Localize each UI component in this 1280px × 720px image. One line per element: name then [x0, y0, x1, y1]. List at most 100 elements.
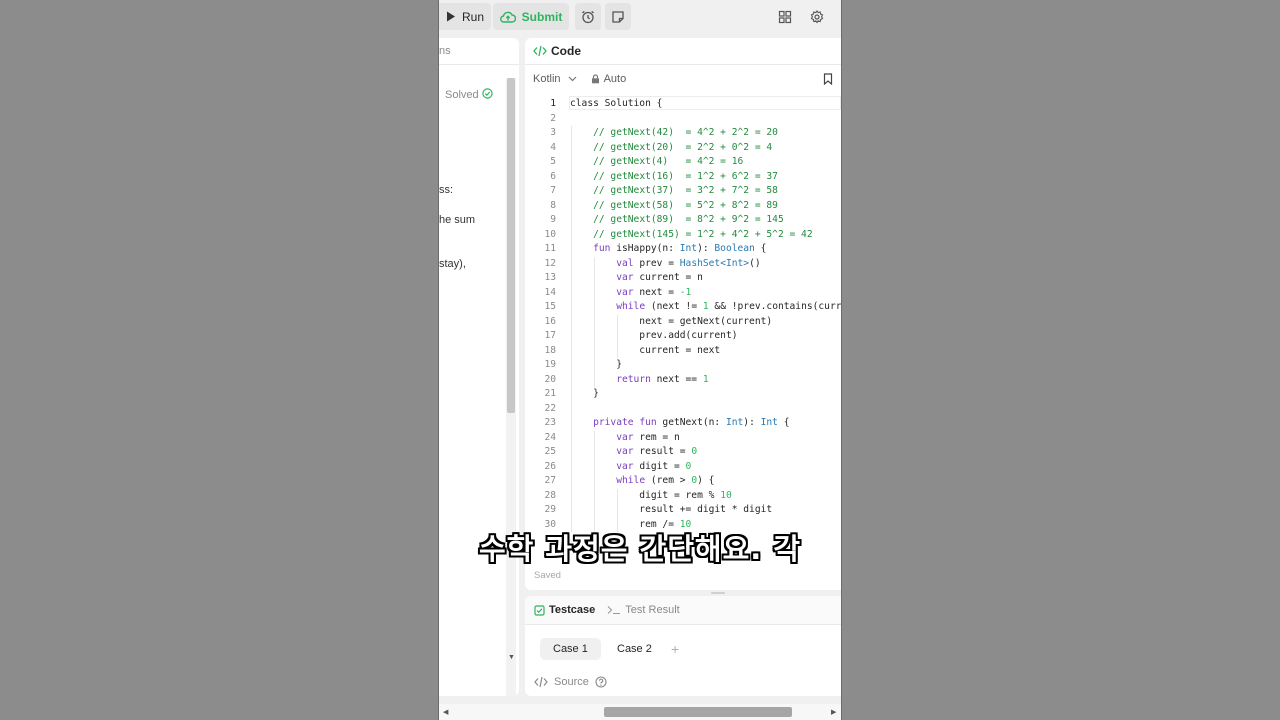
case-2-tab[interactable]: Case 2: [604, 638, 665, 660]
help-circle-icon[interactable]: [595, 676, 607, 688]
code-text: // getNext(37) = 3^2 + 7^2 = 58: [570, 184, 778, 199]
code-line[interactable]: 6 // getNext(16) = 1^2 + 6^2 = 37: [525, 170, 841, 185]
code-line[interactable]: 29 result += digit * digit: [525, 503, 841, 518]
code-line[interactable]: 5 // getNext(4) = 4^2 = 16: [525, 155, 841, 170]
code-text: var next = -1: [570, 286, 691, 301]
scrollbar-thumb[interactable]: [604, 707, 792, 717]
line-number: 18: [544, 344, 556, 356]
tab-testcase[interactable]: Testcase: [534, 604, 595, 616]
code-token: current = n: [633, 272, 703, 283]
bookmark-icon[interactable]: [823, 73, 833, 85]
cloud-upload-icon: [499, 11, 516, 23]
checkbox-icon: [534, 604, 545, 616]
problem-tab-label[interactable]: ns: [439, 45, 451, 57]
code-line[interactable]: 16 next = getNext(current): [525, 315, 841, 330]
code-line[interactable]: 25 var result = 0: [525, 445, 841, 460]
line-number: 9: [550, 214, 556, 225]
gear-icon: [810, 9, 824, 23]
code-token: }: [570, 359, 622, 370]
line-number: 20: [544, 373, 556, 385]
code-line[interactable]: 22: [525, 402, 841, 417]
code-token: result += digit * digit: [570, 504, 773, 515]
panel-resize-handle[interactable]: [711, 592, 725, 594]
line-number: 8: [550, 199, 556, 211]
code-line[interactable]: 3 // getNext(42) = 4^2 + 2^2 = 20: [525, 126, 841, 141]
code-line[interactable]: 1 class Solution {: [525, 97, 841, 112]
problem-tab-bar: ns: [439, 38, 519, 65]
code-line[interactable]: 9 // getNext(89) = 8^2 + 9^2 = 145: [525, 213, 841, 228]
code-token: val: [616, 257, 634, 269]
code-token: && !prev.contains(current)): [714, 301, 841, 312]
code-token: Boolean: [714, 243, 755, 254]
line-number: 29: [544, 504, 556, 515]
problem-scrollbar[interactable]: [506, 78, 516, 696]
code-editor[interactable]: 1 class Solution {2 3 // getNext(42) = 4^2…: [525, 96, 841, 570]
layout-icon: [778, 10, 792, 23]
line-number: 24: [544, 431, 556, 443]
code-line[interactable]: 7 // getNext(37) = 3^2 + 7^2 = 58: [525, 184, 841, 199]
auto-mode[interactable]: Auto: [591, 73, 626, 85]
code-line[interactable]: 17 prev.add(current): [525, 329, 841, 344]
tab-test-result[interactable]: Test Result: [607, 604, 680, 616]
code-line[interactable]: 15 while (next != 1 && !prev.contains(cu…: [525, 300, 841, 315]
code-token: var: [616, 431, 634, 443]
code-token: 10: [720, 489, 732, 501]
code-token: var: [616, 446, 634, 457]
code-line[interactable]: 12 val prev = HashSet<Int>(): [525, 257, 841, 272]
notes-button[interactable]: [605, 3, 631, 30]
code-line[interactable]: 13 var current = n: [525, 271, 841, 286]
scrollbar-thumb[interactable]: [507, 78, 515, 413]
line-number: 10: [544, 228, 556, 240]
code-line[interactable]: 21 }: [525, 387, 841, 402]
code-line[interactable]: 23 private fun getNext(n: Int): Int {: [525, 416, 841, 431]
code-token: ):: [697, 243, 715, 254]
code-line[interactable]: 28 digit = rem % 10: [525, 489, 841, 504]
code-panel: Code Kotlin Auto 1 class Solution {2 3 // …: [525, 38, 841, 590]
submit-button[interactable]: Submit: [493, 3, 569, 30]
source-label[interactable]: Source: [554, 676, 589, 688]
code-line[interactable]: 11 fun isHappy(n: Int): Boolean {: [525, 242, 841, 257]
source-row: Source: [534, 676, 607, 688]
layout-button[interactable]: [775, 3, 795, 30]
description-fragment: stay),: [439, 258, 466, 270]
code-token: var: [616, 460, 634, 472]
horizontal-scrollbar[interactable]: ◀ ▶: [439, 704, 841, 720]
scroll-right-arrow-icon[interactable]: ▶: [831, 708, 836, 716]
code-line[interactable]: 8 // getNext(58) = 5^2 + 8^2 = 89: [525, 199, 841, 214]
line-number: 15: [544, 301, 556, 312]
code-line[interactable]: 18 current = next: [525, 344, 841, 359]
code-text: // getNext(89) = 8^2 + 9^2 = 145: [570, 213, 784, 228]
code-text: while (rem > 0) {: [570, 474, 714, 489]
code-line[interactable]: 24 var rem = n: [525, 431, 841, 446]
code-token: }: [570, 388, 599, 399]
timer-button[interactable]: [575, 3, 601, 30]
case-1-tab[interactable]: Case 1: [540, 638, 601, 660]
code-line[interactable]: 27 while (rem > 0) {: [525, 474, 841, 489]
add-case-button[interactable]: +: [671, 638, 679, 660]
run-button[interactable]: Run: [439, 3, 491, 30]
line-number: 2: [550, 112, 556, 124]
code-line[interactable]: 4 // getNext(20) = 2^2 + 0^2 = 4: [525, 141, 841, 156]
code-line[interactable]: 2: [525, 112, 841, 127]
language-select[interactable]: Kotlin: [533, 73, 577, 85]
line-number: 7: [550, 185, 556, 196]
settings-button[interactable]: [807, 3, 827, 30]
code-line[interactable]: 10 // getNext(145) = 1^2 + 4^2 + 5^2 = 4…: [525, 228, 841, 243]
code-line[interactable]: 14 var next = -1: [525, 286, 841, 301]
code-line[interactable]: 19 }: [525, 358, 841, 373]
scroll-down-arrow-icon[interactable]: ▼: [508, 654, 515, 661]
code-line[interactable]: 26 var digit = 0: [525, 460, 841, 475]
code-title: Code: [551, 44, 581, 58]
code-token: // getNext(37) = 3^2 + 7^2 = 58: [593, 185, 778, 196]
line-number: 13: [544, 272, 556, 283]
code-line[interactable]: 20 return next == 1: [525, 373, 841, 388]
code-brackets-icon: [534, 676, 548, 688]
scroll-left-arrow-icon[interactable]: ◀: [443, 708, 448, 716]
code-tab[interactable]: Code: [533, 44, 581, 58]
code-token: getNext(n:: [656, 417, 726, 428]
